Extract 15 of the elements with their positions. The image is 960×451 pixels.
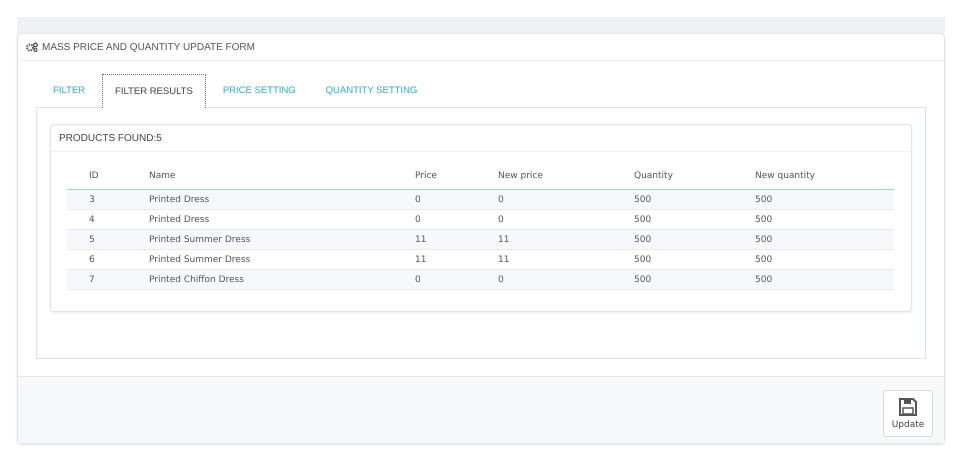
- results-title: PRODUCTS FOUND:5: [59, 132, 162, 144]
- panel-title: MASS PRICE AND QUANTITY UPDATE FORM: [42, 42, 255, 52]
- table-cell: 0: [498, 270, 634, 290]
- table-cell: 500: [755, 270, 894, 290]
- tab[interactable]: FILTER RESULTS: [102, 74, 206, 108]
- tab[interactable]: PRICE SETTING: [210, 73, 309, 106]
- table-cell: 500: [634, 270, 755, 290]
- tab[interactable]: QUANTITY SETTING: [312, 73, 430, 106]
- update-button[interactable]: Update: [883, 390, 933, 437]
- tab[interactable]: FILTER: [40, 73, 98, 106]
- gears-icon: [26, 42, 38, 52]
- table-cell: 0: [415, 270, 498, 290]
- table-cell: 7: [67, 270, 149, 290]
- table-cell: Printed Chiffon Dress: [149, 270, 415, 290]
- save-icon: [898, 397, 918, 417]
